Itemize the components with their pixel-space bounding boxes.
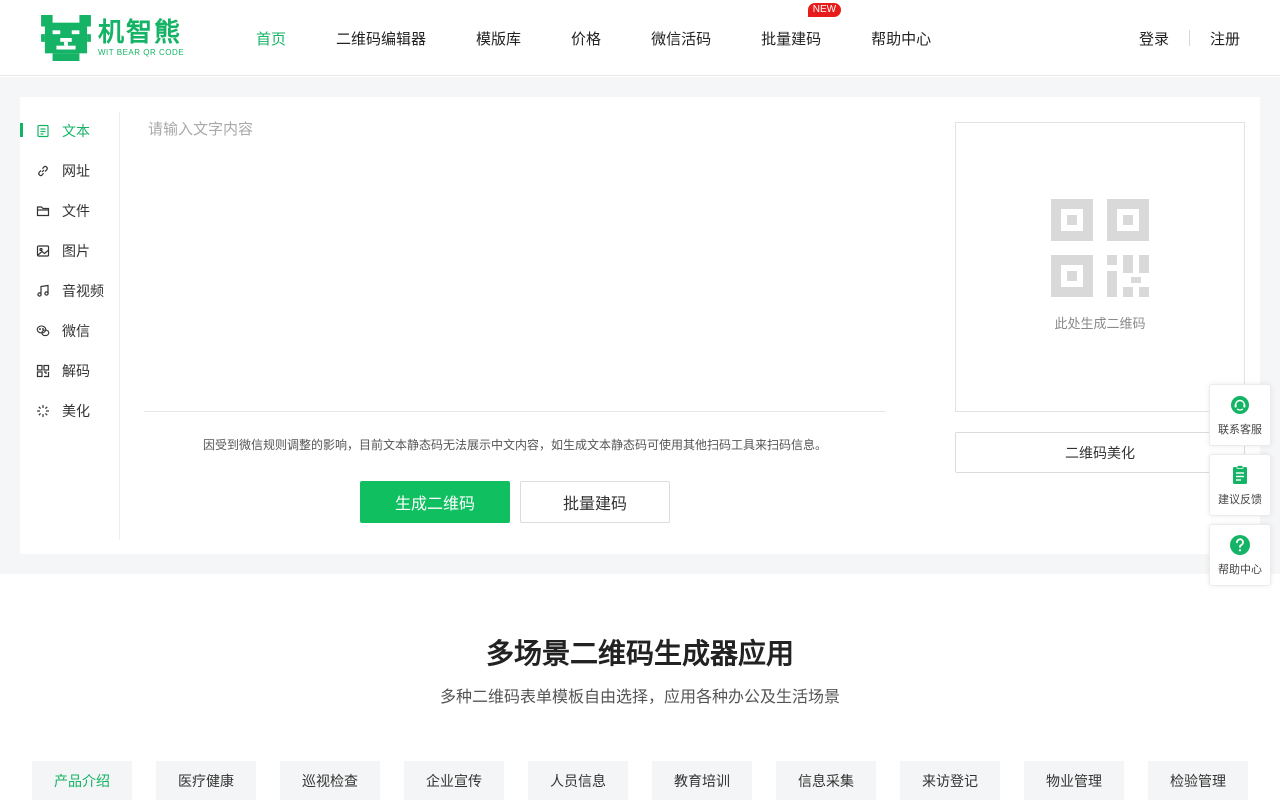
tab-info-collection[interactable]: 信息采集 (776, 761, 876, 800)
scenario-category-tabs: 产品介绍 医疗健康 巡视检查 企业宣传 人员信息 教育培训 信息采集 来访登记 … (32, 761, 1248, 800)
type-sidebar: 文本 网址 文件 图片 音视频 微信 解码 美化 (20, 112, 120, 540)
sidebar-item-decode[interactable]: 解码 (20, 357, 120, 385)
section-subtitle: 多种二维码表单模板自由选择，应用各种办公及生活场景 (439, 687, 840, 706)
sparkle-icon (37, 405, 49, 417)
float-label: 建议反馈 (1218, 493, 1262, 506)
sidebar-item-file[interactable]: 文件 (20, 197, 120, 225)
sidebar-item-wechat[interactable]: 微信 (20, 317, 120, 345)
float-customer-service[interactable]: 联系客服 (1209, 384, 1271, 446)
qr-beautify-button[interactable]: 二维码美化 (955, 432, 1245, 473)
nav-batch-create[interactable]: 批量建码 NEW (761, 2, 842, 49)
brand-name: 机智熊 (98, 18, 183, 48)
nav-templates[interactable]: 模版库 (476, 28, 521, 49)
sidebar-item-label: 美化 (62, 404, 90, 420)
nav-help-center[interactable]: 帮助中心 (871, 28, 931, 49)
sidebar-item-image[interactable]: 图片 (20, 237, 120, 265)
tab-product-intro[interactable]: 产品介绍 (32, 761, 132, 800)
sidebar-item-beautify[interactable]: 美化 (20, 397, 120, 425)
music-icon (37, 284, 49, 297)
float-label: 联系客服 (1218, 423, 1262, 436)
tab-inspection-management[interactable]: 检验管理 (1148, 761, 1248, 800)
tab-medical-health[interactable]: 医疗健康 (156, 761, 256, 800)
tab-visitor-registration[interactable]: 来访登记 (900, 761, 1000, 800)
nav-pricing[interactable]: 价格 (571, 28, 601, 49)
logo[interactable]: 机智熊 WIT BEAR QR CODE (40, 14, 184, 62)
wechat-rule-notice: 因受到微信规则调整的影响，目前文本静态码无法展示中文内容，如生成文本静态码可使用… (202, 438, 827, 452)
qr-preview: 此处生成二维码 (955, 122, 1245, 412)
sidebar-item-label: 音视频 (62, 284, 104, 300)
image-icon (36, 245, 50, 257)
help-icon (1230, 535, 1250, 555)
sidebar-item-label: 文本 (62, 124, 90, 140)
document-icon (37, 124, 49, 138)
clipboard-icon (1233, 465, 1247, 484)
brand-tagline: WIT BEAR QR CODE (98, 48, 185, 57)
header: 机智熊 WIT BEAR QR CODE 首页 二维码编辑器 模版库 价格 微信… (0, 0, 1280, 76)
sidebar-item-label: 图片 (62, 244, 90, 260)
tab-personnel-info[interactable]: 人员信息 (528, 761, 628, 800)
sidebar-item-label: 文件 (62, 204, 90, 220)
sidebar-item-label: 微信 (62, 324, 90, 340)
float-help-center[interactable]: 帮助中心 (1209, 524, 1271, 586)
tab-corporate-promo[interactable]: 企业宣传 (404, 761, 504, 800)
nav-home[interactable]: 首页 (256, 28, 286, 49)
float-label: 帮助中心 (1218, 563, 1262, 576)
link-icon (38, 165, 48, 177)
register-link[interactable]: 注册 (1210, 28, 1240, 49)
batch-create-button[interactable]: 批量建码 (520, 481, 670, 523)
tab-patrol-inspection[interactable]: 巡视检查 (280, 761, 380, 800)
generate-qr-button[interactable]: 生成二维码 (360, 481, 510, 523)
sidebar-item-url[interactable]: 网址 (20, 157, 120, 185)
sidebar-item-label: 解码 (62, 364, 90, 380)
qr-placeholder-icon (1051, 199, 1149, 297)
login-link[interactable]: 登录 (1139, 28, 1169, 49)
section-title: 多场景二维码生成器应用 (485, 637, 794, 670)
tab-property-management[interactable]: 物业管理 (1024, 761, 1124, 800)
bear-logo-icon (41, 15, 91, 61)
folder-icon (36, 206, 50, 217)
float-feedback[interactable]: 建议反馈 (1209, 454, 1271, 516)
nav-batch-create-label: 批量建码 (761, 29, 822, 48)
new-badge: NEW (807, 2, 842, 17)
nav-wechat-live-code[interactable]: 微信活码 (651, 28, 711, 49)
auth-divider (1188, 30, 1190, 46)
wechat-icon (36, 325, 50, 337)
sidebar-item-label: 网址 (62, 164, 90, 180)
sidebar-item-text[interactable]: 文本 (20, 117, 120, 145)
main-nav: 首页 二维码编辑器 模版库 价格 微信活码 批量建码 NEW 帮助中心 (256, 0, 981, 76)
nav-qr-editor[interactable]: 二维码编辑器 (336, 28, 426, 49)
tab-education-training[interactable]: 教育培训 (652, 761, 752, 800)
sidebar-item-audio-video[interactable]: 音视频 (20, 277, 120, 305)
qr-scan-icon (36, 364, 50, 378)
text-content-input[interactable] (144, 112, 886, 412)
auth-links: 登录 注册 (1139, 0, 1240, 76)
qr-placeholder-hint: 此处生成二维码 (1054, 317, 1146, 332)
customer-service-icon (1231, 396, 1249, 414)
